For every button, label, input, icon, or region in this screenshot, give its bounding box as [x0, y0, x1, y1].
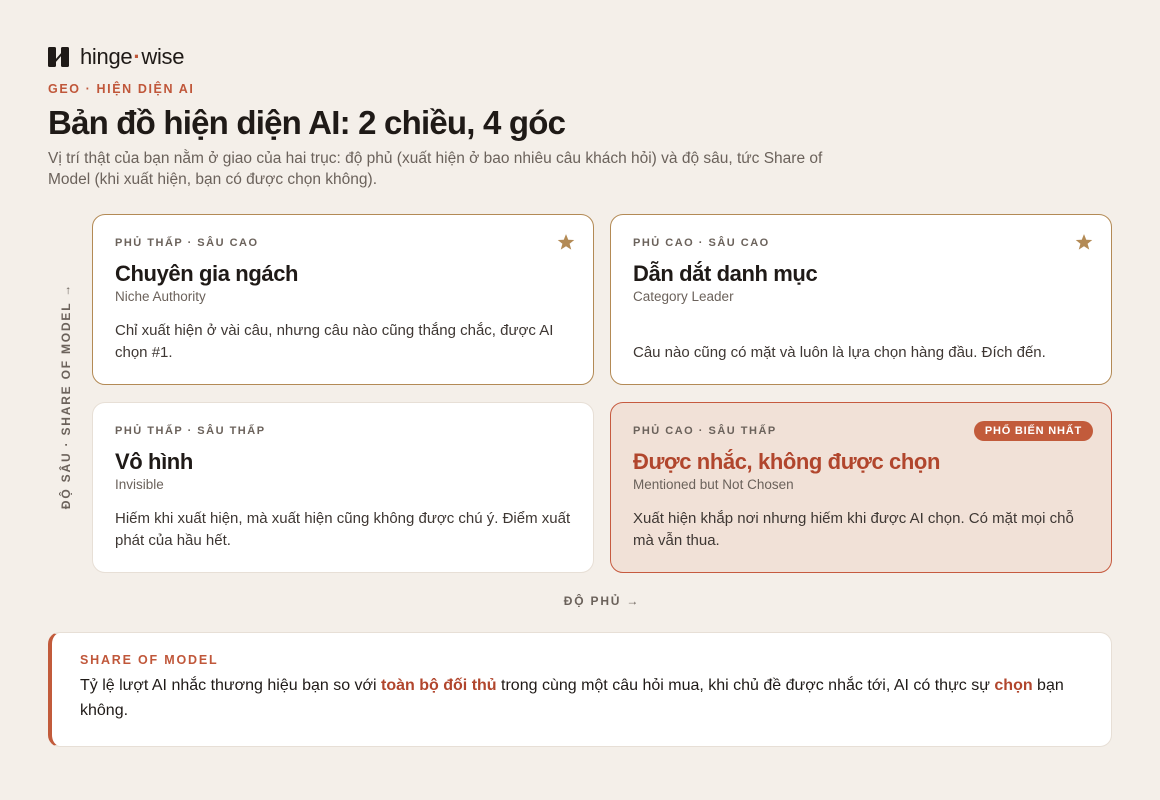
share-of-model-callout: SHARE OF MODEL Tỷ lệ lượt AI nhắc thương…: [48, 632, 1112, 747]
quadrant-label: PHỦ THẤP · SÂU THẤP: [115, 425, 266, 437]
quadrant-subtitle: Invisible: [115, 477, 164, 492]
page-eyebrow: GEO · HIỆN DIỆN AI: [48, 82, 195, 96]
quadrant-subtitle: Category Leader: [633, 289, 734, 304]
quadrant-title: Dẫn dắt danh mục: [633, 261, 818, 286]
brand-name: hinge·wise: [80, 44, 185, 69]
callout-text: Tỷ lệ lượt AI nhắc thương hiệu bạn so vớ…: [80, 677, 1064, 719]
most-common-badge: PHỔ BIẾN NHẤT: [973, 421, 1093, 441]
quadrant-invisible: PHỦ THẤP · SÂU THẤP Vô hình Invisible Hi…: [92, 402, 594, 573]
page-subtitle: Vị trí thật của bạn nằm ở giao của hai t…: [48, 150, 823, 188]
y-axis-label: ĐỘ SÂU · SHARE OF MODEL →: [59, 282, 73, 510]
quadrant-category-leader: PHỦ CAO · SÂU CAO Dẫn dắt danh mục Categ…: [610, 214, 1112, 385]
quadrant-title: Vô hình: [115, 449, 193, 474]
star-icon: [557, 234, 575, 250]
page-title: Bản đồ hiện diện AI: 2 chiều, 4 góc: [48, 104, 566, 141]
quadrant-description: Xuất hiện khắp nơi nhưng hiếm khi được A…: [633, 510, 1074, 549]
quadrant-description: Hiếm khi xuất hiện, mà xuất hiện cũng kh…: [115, 510, 571, 549]
quadrant-label: PHỦ THẤP · SÂU CAO: [115, 237, 259, 249]
quadrant-title: Được nhắc, không được chọn: [633, 449, 940, 474]
highlight-chosen: chọn: [994, 677, 1033, 694]
quadrant-mentioned-not-chosen: PHỦ CAO · SÂU THẤP PHỔ BIẾN NHẤT Được nh…: [610, 402, 1112, 573]
callout-label: SHARE OF MODEL: [80, 653, 219, 667]
star-icon: [1075, 234, 1093, 250]
quadrant-title: Chuyên gia ngách: [115, 261, 299, 286]
quadrant-description: Chỉ xuất hiện ở vài câu, nhưng câu nào c…: [115, 322, 554, 361]
quadrant-subtitle: Mentioned but Not Chosen: [633, 477, 794, 492]
quadrant-subtitle: Niche Authority: [115, 289, 206, 304]
hinge-logo-icon: [48, 47, 69, 67]
brand-logo: hinge·wise: [48, 44, 184, 70]
x-axis-label: ĐỘ PHỦ →: [563, 594, 641, 608]
highlight-competitors: toàn bộ đối thủ: [381, 677, 497, 694]
quadrant-niche-authority: PHỦ THẤP · SÂU CAO Chuyên gia ngách Nich…: [92, 214, 594, 385]
quadrant-description: Câu nào cũng có mặt và luôn là lựa chọn …: [633, 344, 1046, 361]
quadrant-label: PHỦ CAO · SÂU CAO: [633, 237, 770, 249]
